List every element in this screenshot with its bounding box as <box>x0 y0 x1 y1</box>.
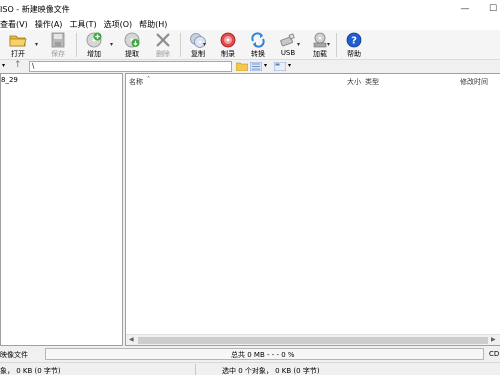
list-view-icon[interactable] <box>250 62 262 71</box>
selection-status-bar: 象， 0 KB (0 字节) 选中 0 个对象， 0 KB (0 字节) <box>0 362 500 375</box>
add-dropdown-arrow[interactable]: ▾ <box>110 41 113 48</box>
usb-label: USB <box>280 49 296 57</box>
svg-text:?: ? <box>351 36 357 47</box>
column-header-name[interactable]: 名称 <box>129 77 143 87</box>
copy-label: 复制 <box>191 50 205 58</box>
object-count-text: 象， 0 KB (0 字节) <box>0 367 61 375</box>
help-button[interactable]: ? 帮助 <box>340 32 368 59</box>
scrollbar-thumb[interactable] <box>138 337 488 344</box>
add-disc-icon <box>86 32 102 48</box>
mount-dropdown-arrow[interactable]: ▾ <box>327 41 330 48</box>
folder-view-icon[interactable] <box>236 62 248 71</box>
scroll-right-icon[interactable]: ▶ <box>491 336 496 343</box>
delete-button[interactable]: 删除 <box>149 32 177 59</box>
address-path-input[interactable]: \ <box>29 61 232 72</box>
extract-label: 提取 <box>125 50 139 58</box>
burn-label: 制录 <box>221 50 235 58</box>
maximize-button[interactable]: ☐ <box>478 0 500 18</box>
horizontal-scrollbar[interactable]: ◀ ▶ <box>126 334 500 345</box>
open-dropdown-arrow[interactable]: ▾ <box>35 41 38 48</box>
title-bar: ISO - 新建映像文件 — ☐ <box>0 0 500 18</box>
add-label: 增加 <box>87 50 101 58</box>
delete-label: 删除 <box>156 50 170 58</box>
folder-tree-pane: 8_29 <box>0 73 123 346</box>
back-dropdown-arrow[interactable]: ▾ <box>2 62 5 69</box>
menu-actions[interactable]: 操作(A) <box>35 19 63 30</box>
selected-count-text: 选中 0 个对象， 0 KB (0 字节) <box>222 367 320 375</box>
image-type-label: 映像文件 <box>0 351 28 359</box>
capacity-total-text: 总共 0 MB - - - 0 % <box>231 351 295 359</box>
toolbar-separator <box>336 33 337 57</box>
capacity-status-bar: 映像文件 总共 0 MB - - - 0 % CD <box>0 347 500 361</box>
extract-disc-icon <box>124 32 140 48</box>
menu-help[interactable]: 帮助(H) <box>139 19 167 30</box>
toolbar-separator <box>76 33 77 57</box>
convert-button[interactable]: 转换 <box>244 32 272 59</box>
open-button[interactable]: 打开 <box>4 32 32 59</box>
convert-label: 转换 <box>251 50 265 58</box>
copy-dropdown-arrow[interactable]: ▾ <box>203 41 206 48</box>
usb-dropdown-arrow[interactable]: ▾ <box>297 41 300 48</box>
burn-button[interactable]: 制录 <box>214 32 242 59</box>
column-header-modified[interactable]: 修改时间 <box>460 77 488 87</box>
window-title: ISO - 新建映像文件 <box>0 5 70 14</box>
status-divider <box>195 364 196 375</box>
address-row: ▾ ↑ \ ▾ ▾ <box>0 60 500 73</box>
mount-label: 加载 <box>313 50 327 58</box>
layout-dropdown-arrow[interactable]: ▾ <box>288 62 291 69</box>
menu-options[interactable]: 选项(O) <box>104 19 133 30</box>
file-list-pane: 名称 ˄ 大小 类型 修改时间 ◀ ▶ <box>125 73 500 346</box>
add-button[interactable]: 增加 <box>80 32 108 59</box>
folder-open-icon <box>9 35 27 47</box>
column-header-size[interactable]: 大小 <box>347 77 361 87</box>
details-view-icon[interactable] <box>274 62 286 71</box>
delete-x-icon <box>156 33 170 47</box>
minimize-button[interactable]: — <box>450 0 480 18</box>
open-label: 打开 <box>11 50 25 58</box>
help-label: 帮助 <box>347 50 361 58</box>
usb-drive-icon <box>280 33 295 47</box>
toolbar-separator <box>180 33 181 57</box>
column-header-type[interactable]: 类型 <box>365 77 379 87</box>
menu-tools[interactable]: 工具(T) <box>69 19 96 30</box>
burn-disc-icon <box>220 32 236 48</box>
up-folder-icon[interactable]: ↑ <box>14 60 22 70</box>
floppy-disk-icon <box>51 32 65 48</box>
convert-arrows-icon <box>251 32 265 48</box>
tree-root-node[interactable]: 8_29 <box>1 76 18 84</box>
capacity-gauge: 总共 0 MB - - - 0 % <box>45 348 484 360</box>
view-dropdown-arrow[interactable]: ▾ <box>264 62 267 69</box>
save-button[interactable]: 保存 <box>44 32 72 59</box>
copy-button[interactable]: 复制 <box>184 32 212 59</box>
sort-ascending-icon: ˄ <box>147 76 150 83</box>
media-type-label[interactable]: CD <box>489 350 499 358</box>
scroll-left-icon[interactable]: ◀ <box>129 336 134 343</box>
toolbar: 打开 ▾ 保存 增加 ▾ 提取 删除 复制 ▾ 制录 转换 USB ▾ 加载 ▾… <box>0 30 500 60</box>
menu-bar: 查看(V) 操作(A) 工具(T) 选项(O) 帮助(H) <box>0 18 500 30</box>
extract-button[interactable]: 提取 <box>118 32 146 59</box>
help-question-icon: ? <box>346 32 362 48</box>
menu-view[interactable]: 查看(V) <box>0 19 28 30</box>
save-label: 保存 <box>51 50 65 58</box>
